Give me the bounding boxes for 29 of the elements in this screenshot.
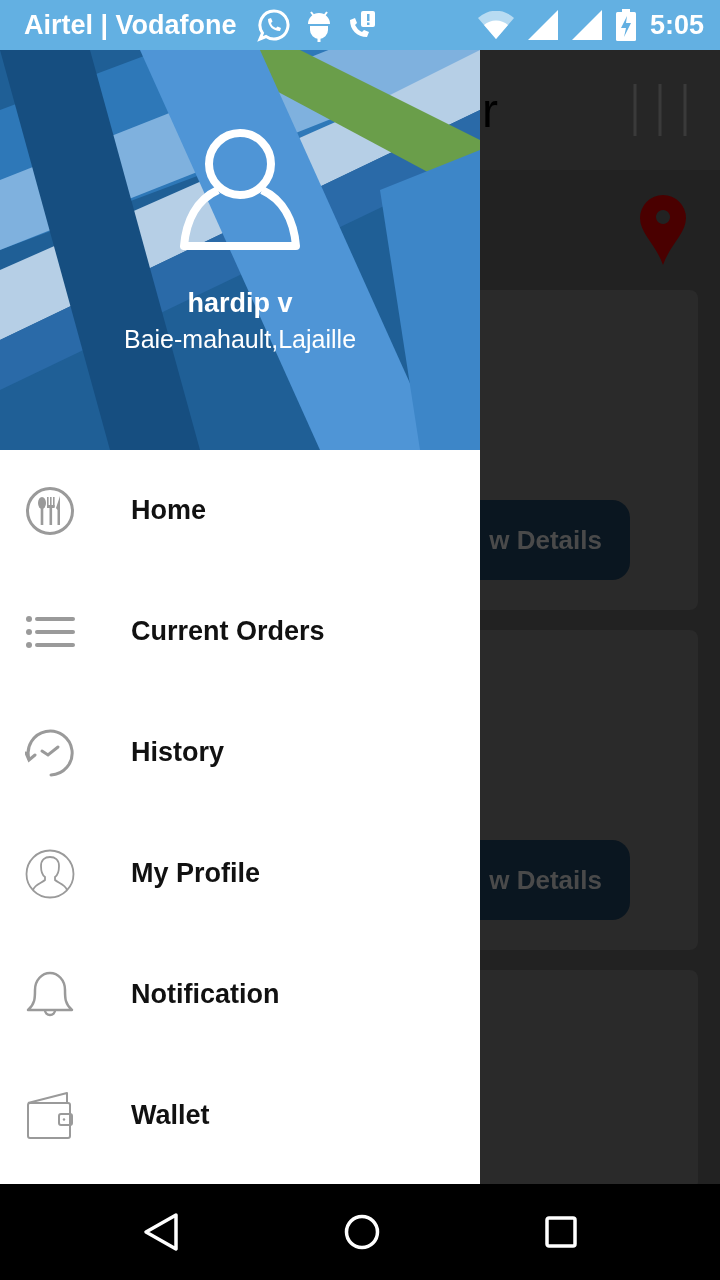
menu-label: Wallet [131,1100,210,1131]
user-name: hardip v [187,288,293,319]
signal-icon [527,10,558,40]
menu-label: Home [131,495,206,526]
menu-item[interactable]: Current Orders [0,571,480,692]
avatar-icon[interactable] [180,128,300,252]
clock-time: 5:05 [649,9,704,41]
menu-item[interactable]: Wallet [0,1055,480,1176]
menu-item[interactable]: Notification [0,934,480,1055]
user-location: Baie-mahault,Lajaille [123,325,357,354]
menu-item[interactable]: Home [0,450,480,571]
whatsapp-icon [256,8,291,42]
battery-charging-icon [615,9,636,41]
utensils-icon [25,485,75,536]
wallet-icon [25,1090,75,1141]
menu-item[interactable]: My Profile [0,813,480,934]
home-icon[interactable] [344,1214,380,1250]
menu-item[interactable]: History [0,692,480,813]
back-icon[interactable] [142,1212,179,1252]
menu-label: History [131,737,225,768]
carrier-name: Airtel | Vodafone [24,9,237,41]
wifi-icon [477,11,514,39]
recents-icon[interactable] [545,1216,578,1248]
signal-icon [571,10,602,40]
menu-label: Current Orders [131,616,325,647]
profile-icon [25,848,75,899]
menu-label: Notification [131,979,280,1010]
menu-label: My Profile [131,858,261,889]
history-icon [25,728,75,777]
